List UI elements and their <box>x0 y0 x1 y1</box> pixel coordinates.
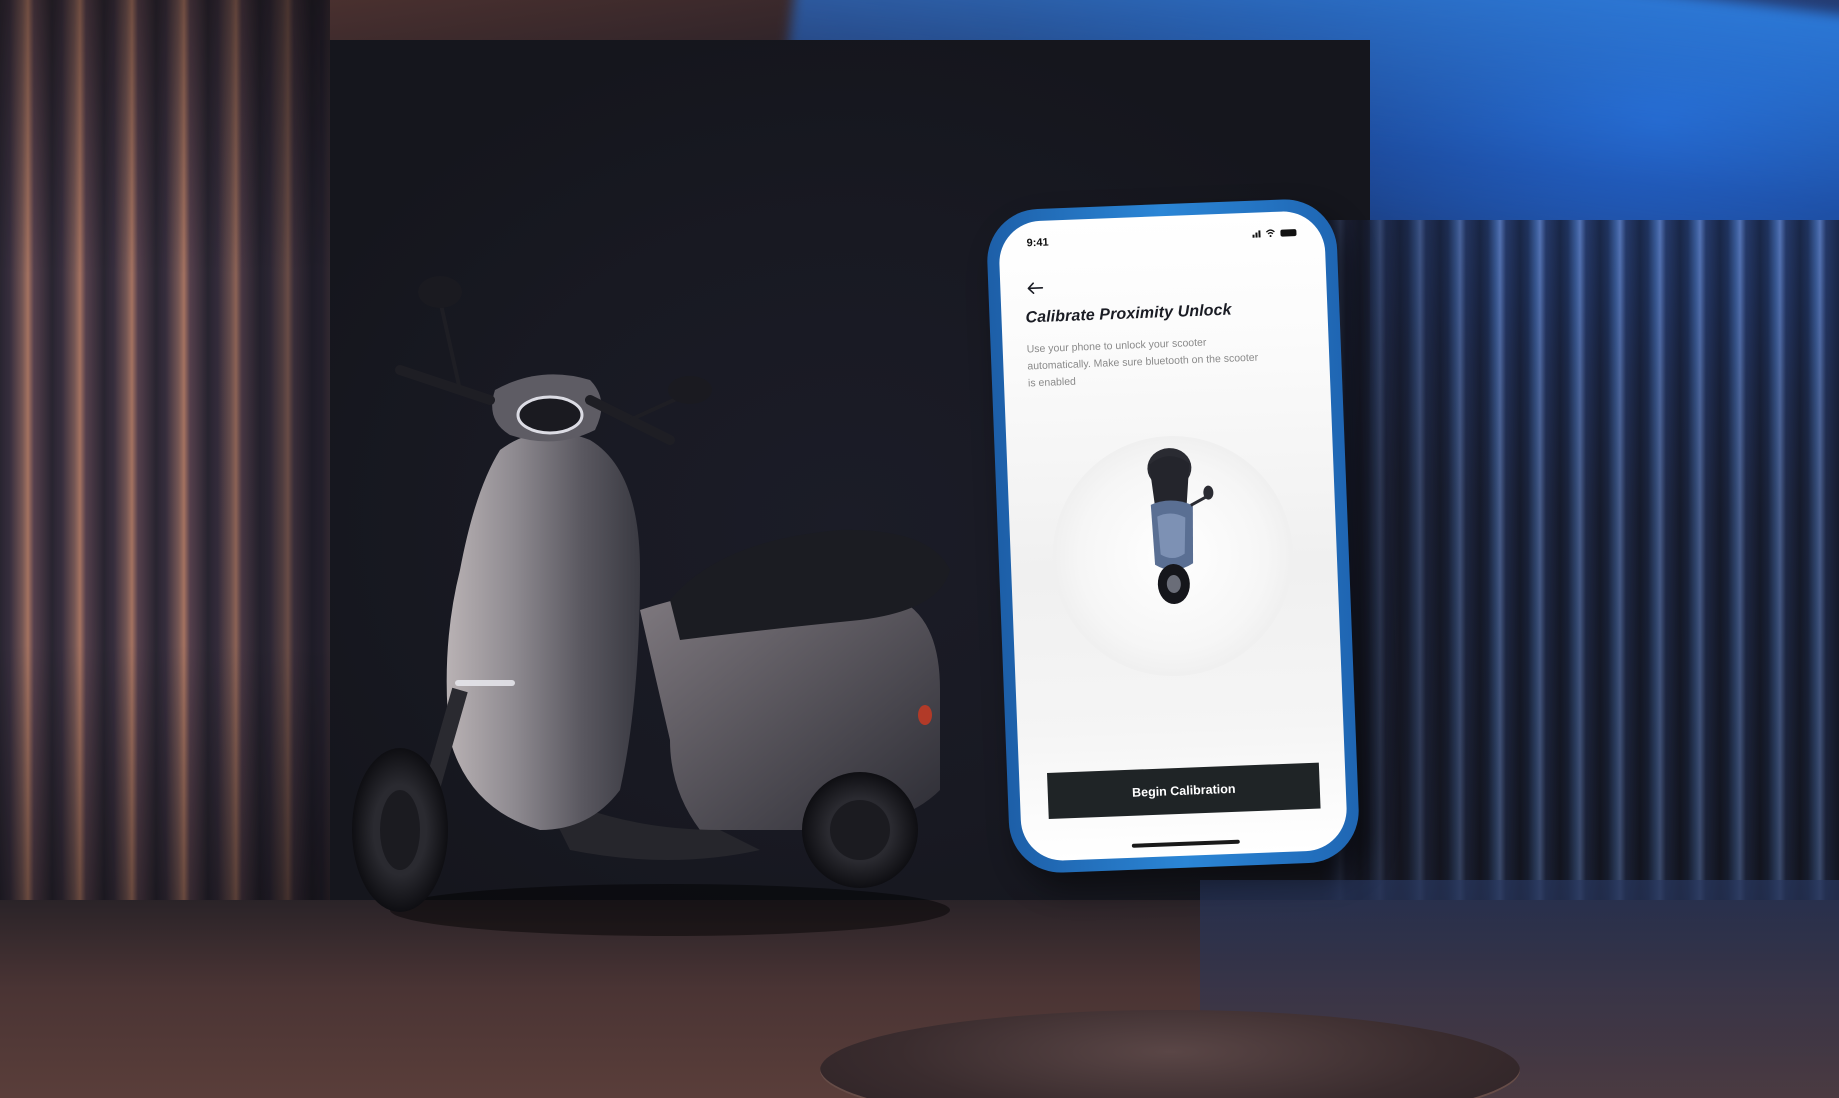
phone-mockup: 9:41 Calibrate Proximity Unlock Use your… <box>985 197 1361 875</box>
back-button[interactable] <box>1022 277 1049 300</box>
status-icons <box>1252 228 1297 238</box>
right-slat-wall <box>1320 220 1839 920</box>
scooter-image <box>352 276 950 936</box>
hero-background: 9:41 Calibrate Proximity Unlock Use your… <box>0 0 1839 1098</box>
wifi-icon <box>1265 229 1275 238</box>
begin-calibration-button[interactable]: Begin Calibration <box>1047 762 1321 819</box>
arrow-left-icon <box>1027 282 1044 294</box>
left-slat-wall <box>0 0 330 920</box>
status-time: 9:41 <box>1026 236 1049 250</box>
app-screen: 9:41 Calibrate Proximity Unlock Use your… <box>997 209 1349 863</box>
scooter-preview-image <box>1147 448 1214 604</box>
home-indicator <box>1131 839 1240 848</box>
screen-description: Use your phone to unlock your scooter au… <box>1026 336 1259 390</box>
screen-title: Calibrate Proximity Unlock <box>1025 301 1232 327</box>
battery-icon <box>1280 229 1297 237</box>
cellular-signal-icon <box>1252 229 1261 238</box>
status-bar: 9:41 <box>998 210 1325 262</box>
